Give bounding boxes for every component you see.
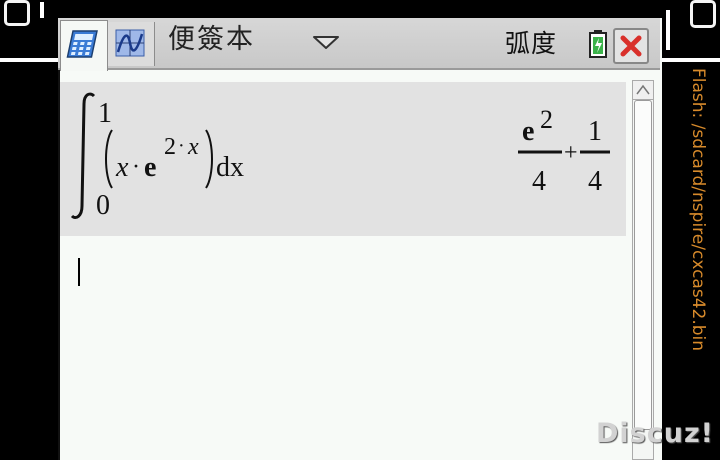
multiply-dot: · (132, 154, 140, 180)
top-left-frame-box (4, 0, 30, 26)
watermark: Discuz! (596, 418, 714, 449)
exponent-two: 2 (164, 134, 176, 160)
battery-icon (589, 30, 607, 58)
dx: dx (216, 152, 244, 183)
exponent-dot: · (178, 135, 185, 157)
euler-e: e (144, 152, 156, 183)
left-strip (40, 2, 44, 18)
variable-x: x (115, 152, 129, 183)
calculator-icon (66, 30, 98, 58)
result-denominator-1: 4 (532, 166, 546, 197)
tab-calculator[interactable] (60, 20, 108, 71)
close-icon (620, 35, 642, 57)
upper-limit: 1 (98, 98, 112, 129)
angle-mode-indicator[interactable]: 弧度 (505, 24, 557, 64)
chevron-down-icon (313, 36, 339, 49)
result-expression: e 2 4 + 1 4 (518, 105, 610, 197)
top-right-frame-box (690, 0, 716, 28)
tab-graphs[interactable] (108, 22, 155, 66)
history-entry[interactable]: 1 0 x · e 2 · x dx e 2 4 + 1 4 (60, 82, 626, 236)
plus-sign: + (564, 140, 578, 166)
exponent-x: x (187, 134, 199, 160)
close-button[interactable] (613, 28, 649, 64)
document-menu-dropdown[interactable] (308, 26, 344, 58)
document-title: 便簽本 (168, 24, 255, 55)
right-strip (666, 10, 670, 50)
result-e: e (522, 116, 534, 147)
lower-limit: 0 (96, 190, 110, 221)
flash-path-label: Flash: /sdcard/nspire/cxcas42.bin (688, 68, 708, 352)
scroll-up-button[interactable] (632, 80, 654, 100)
graph-icon (115, 29, 145, 57)
chevron-up-icon (636, 84, 650, 95)
top-bar-right (662, 58, 720, 62)
result-power: 2 (540, 105, 553, 134)
scrollbar-thumb[interactable] (634, 100, 652, 430)
result-denominator-2: 4 (588, 166, 602, 197)
integral-expression: 1 0 x · e 2 · x dx (70, 92, 244, 221)
result-numerator-2: 1 (588, 116, 602, 147)
entry-line-cursor[interactable] (78, 258, 80, 286)
top-bar (0, 58, 58, 62)
